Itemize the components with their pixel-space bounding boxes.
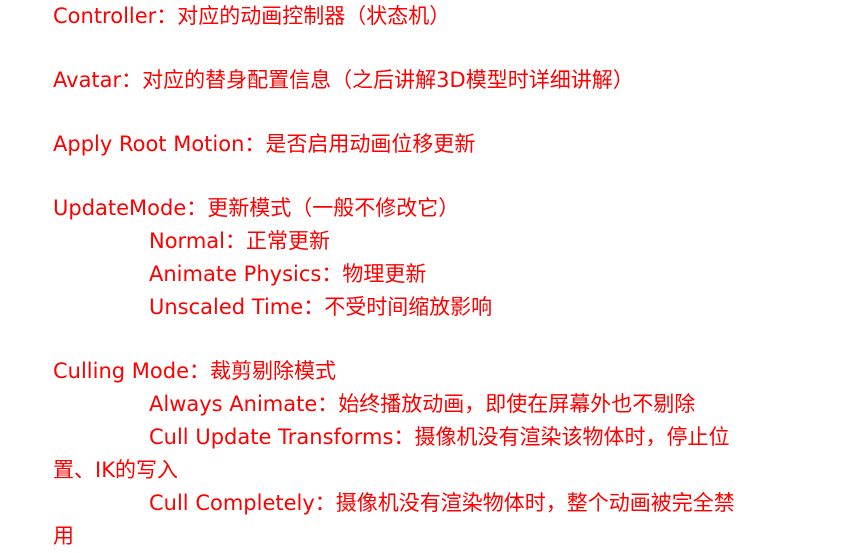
culling-always-animate-line: Always Animate：始终播放动画，即使在屏幕外也不剔除 xyxy=(149,392,696,416)
update-mode-normal-line: Normal：正常更新 xyxy=(149,229,330,253)
controller-line: Controller：对应的动画控制器（状态机） xyxy=(53,4,451,28)
culling-mode-line: Culling Mode：裁剪剔除模式 xyxy=(53,359,337,383)
document-body: Controller：对应的动画控制器（状态机） Avatar：对应的替身配置信… xyxy=(53,0,823,553)
update-mode-line: UpdateMode：更新模式（一般不修改它） xyxy=(53,196,460,220)
culling-cull-completely-line: Cull Completely：摄像机没有渲染物体时，整个动画被完全禁 xyxy=(149,491,735,515)
culling-cull-completely-continuation: 用 xyxy=(53,524,74,548)
avatar-line: Avatar：对应的替身配置信息（之后讲解3D模型时详细讲解） xyxy=(53,68,634,92)
update-mode-unscaled-time-line: Unscaled Time：不受时间缩放影响 xyxy=(149,295,493,319)
culling-cull-update-transforms-line: Cull Update Transforms：摄像机没有渲染该物体时，停止位 xyxy=(149,425,730,449)
culling-cull-update-transforms-continuation: 置、IK的写入 xyxy=(53,458,178,482)
update-mode-animate-physics-line: Animate Physics：物理更新 xyxy=(149,262,427,286)
apply-root-motion-line: Apply Root Motion：是否启用动画位移更新 xyxy=(53,132,476,156)
